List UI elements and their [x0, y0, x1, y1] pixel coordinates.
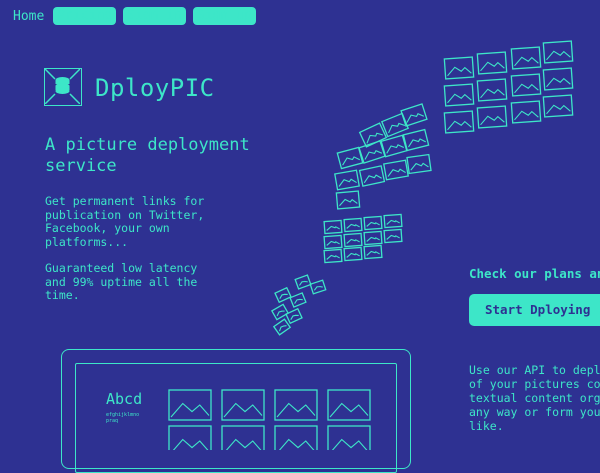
picture-icon: [383, 213, 403, 229]
picture-icon: [443, 83, 475, 107]
picture-icon: [476, 51, 508, 75]
api-description: Use our API to deple of your pictures co…: [469, 363, 600, 433]
plans-text: Check our plans and: [469, 266, 600, 281]
picture-icon: [294, 274, 312, 290]
picture-icon: [402, 128, 430, 152]
picture-icon: [363, 230, 383, 246]
picture-icon: [274, 286, 292, 304]
picture-icon: [285, 307, 303, 325]
picture-icon: [336, 146, 364, 170]
picture-icon: [443, 56, 475, 80]
picture-icon: [542, 40, 574, 64]
picture-icon: [380, 112, 410, 138]
picture-icon: [272, 318, 292, 336]
picture-icon: [358, 165, 386, 187]
picture-icon: [334, 169, 360, 191]
picture-icon: [510, 100, 542, 124]
picture-icon: [476, 105, 508, 129]
picture-icon: [343, 217, 363, 233]
picture-icon: [383, 228, 403, 244]
device-heading: Abcd: [106, 390, 143, 408]
picture-icon: [335, 190, 361, 210]
picture-icon: [476, 78, 508, 102]
picture-icon: [363, 244, 383, 260]
picture-icon: [383, 159, 409, 181]
picture-icon: [542, 67, 574, 91]
picture-icon: [343, 232, 363, 248]
picture-icon: [343, 246, 363, 262]
picture-icon: [510, 73, 542, 97]
picture-icon: [323, 219, 343, 235]
picture-icon: [323, 248, 343, 264]
device-sample-text: efghijklmno praq: [106, 412, 140, 424]
picture-icon: [400, 103, 428, 127]
picture-icon: [542, 94, 574, 118]
picture-icon: [289, 292, 307, 308]
picture-icon: [510, 46, 542, 70]
picture-icon: [363, 215, 383, 231]
picture-icon: [443, 110, 475, 134]
picture-icon: [323, 234, 343, 250]
start-dploying-button[interactable]: Start Dploying: [469, 294, 600, 326]
picture-icon: [309, 279, 327, 295]
picture-icon: [406, 153, 432, 175]
picture-icon: [270, 303, 290, 321]
